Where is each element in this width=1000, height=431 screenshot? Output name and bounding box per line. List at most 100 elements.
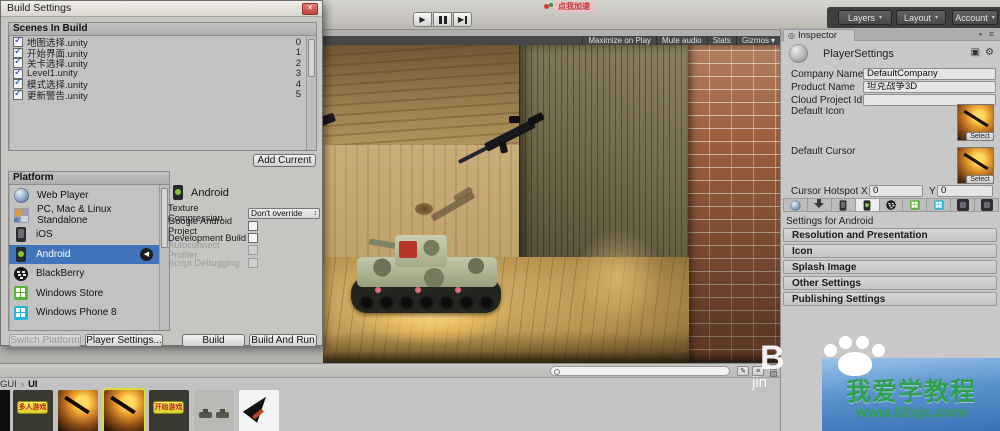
platform-item-winphone[interactable]: Windows Phone 8 bbox=[9, 303, 159, 323]
settings-tab-web[interactable] bbox=[784, 199, 808, 211]
step-button[interactable]: ▶ bbox=[453, 12, 472, 27]
settings-tab-tizen[interactable] bbox=[951, 199, 975, 211]
asset-thumbnail-button-image[interactable]: 多人游戏 bbox=[13, 390, 53, 431]
asset-thumbnail-cursor[interactable] bbox=[239, 390, 279, 431]
game-scene[interactable] bbox=[323, 45, 780, 363]
section-other-settings[interactable]: Other Settings bbox=[783, 276, 997, 290]
samsung-icon bbox=[981, 199, 993, 211]
asset-thumbnail-button-image[interactable]: 开始游戏 bbox=[149, 390, 189, 431]
inspector-tab-bar: ◎ Inspector ▪ ≡ bbox=[781, 28, 1000, 41]
edit-icon[interactable]: ✎ bbox=[737, 366, 749, 376]
game-menu-maximize-on-play[interactable]: Maximize on Play bbox=[582, 36, 656, 45]
scene-row[interactable]: 更新警告.unity5 bbox=[9, 90, 306, 101]
account-dropdown[interactable]: Account▾ bbox=[952, 10, 998, 25]
scene-index: 1 bbox=[296, 47, 306, 58]
platform-item-winstore[interactable]: Windows Store bbox=[9, 284, 159, 304]
web-icon bbox=[14, 188, 29, 203]
breadcrumb-folder[interactable]: GUI bbox=[0, 379, 17, 390]
build-and-run-button[interactable]: Build And Run bbox=[249, 334, 317, 347]
dialog-title[interactable]: Build Settings bbox=[1, 1, 322, 17]
breadcrumb-current[interactable]: UI bbox=[28, 379, 38, 390]
hotspot-x-field[interactable]: 0 bbox=[869, 185, 923, 197]
tank-wheel bbox=[359, 295, 374, 310]
asset-thumbnail-partial[interactable] bbox=[0, 390, 10, 431]
settings-tab-android[interactable] bbox=[856, 199, 880, 211]
section-icon[interactable]: Icon bbox=[783, 244, 997, 258]
close-icon[interactable]: ✕ bbox=[302, 3, 318, 15]
pause-button[interactable] bbox=[433, 12, 452, 27]
speed-badge-label[interactable]: 点我加速 bbox=[555, 2, 593, 12]
layout-dropdown[interactable]: Layout▾ bbox=[896, 10, 946, 25]
default-cursor-select-button[interactable]: Select bbox=[966, 175, 994, 184]
window-panes bbox=[16, 308, 25, 317]
scrollbar-thumb[interactable] bbox=[161, 188, 168, 248]
gear-icon[interactable]: ⚙ bbox=[985, 47, 994, 58]
platform-item-web[interactable]: Web Player bbox=[9, 186, 159, 206]
default-cursor-label: Default Cursor bbox=[791, 146, 855, 157]
asset-thumbnail-tanks[interactable] bbox=[194, 390, 234, 431]
settings-tab-winstore[interactable] bbox=[903, 199, 927, 211]
platform-item-standalone[interactable]: PC, Mac & Linux Standalone bbox=[9, 206, 159, 226]
button-image-text: 开始游戏 bbox=[153, 401, 184, 414]
default-icon-label: Default Icon bbox=[791, 106, 844, 117]
search-input[interactable] bbox=[550, 366, 730, 376]
product-name-field[interactable]: 坦克战争3D bbox=[863, 81, 996, 93]
section-resolution-and-presentation[interactable]: Resolution and Presentation bbox=[783, 228, 997, 242]
tab-inspector[interactable]: ◎ Inspector bbox=[783, 29, 855, 41]
settings-tab-samsung[interactable] bbox=[975, 199, 998, 211]
button-image-text: 多人游戏 bbox=[17, 401, 48, 414]
scenes-scrollbar[interactable] bbox=[306, 36, 316, 150]
company-name-field[interactable]: DefaultCompany bbox=[863, 68, 996, 80]
settings-tab-ios[interactable] bbox=[832, 199, 856, 211]
scrollbar-thumb[interactable] bbox=[308, 39, 315, 77]
platform-name: BlackBerry bbox=[36, 268, 84, 279]
project-toolbar: ✎ ≡ bbox=[0, 364, 780, 378]
build-button[interactable]: Build bbox=[182, 334, 245, 347]
scene-checkbox[interactable] bbox=[13, 90, 23, 100]
tank-wheel bbox=[479, 295, 494, 310]
settings-tab-winphone[interactable] bbox=[927, 199, 951, 211]
option-checkbox[interactable] bbox=[248, 221, 258, 231]
asset-thumbnail-tank-art[interactable] bbox=[58, 390, 98, 431]
inspector-tabbar-menu-icon[interactable]: ▪ ≡ bbox=[979, 29, 996, 39]
asset-icon[interactable]: ▣ bbox=[971, 47, 980, 58]
section-splash-image[interactable]: Splash Image bbox=[783, 260, 997, 274]
settings-tab-blackberry[interactable] bbox=[880, 199, 904, 211]
breadcrumb: GUI › UI bbox=[0, 378, 38, 390]
game-view[interactable]: Maximize on PlayMute audio Stats Gizmos▾ bbox=[323, 30, 780, 363]
game-view-menu: Maximize on PlayMute audio Stats Gizmos▾ bbox=[323, 36, 780, 45]
switch-platform-button[interactable]: Switch Platform bbox=[9, 334, 81, 347]
game-menu-mute-audio[interactable]: Mute audio bbox=[656, 36, 707, 45]
game-menu-label: Stats bbox=[713, 36, 731, 45]
inspector-title: PlayerSettings bbox=[823, 48, 894, 60]
speed-overlay-badge[interactable]: 点我加速 bbox=[544, 1, 593, 12]
default-icon-select-button[interactable]: Select bbox=[966, 132, 994, 141]
editor-band bbox=[0, 345, 323, 363]
layers-dropdown[interactable]: Layers▾ bbox=[838, 10, 892, 25]
scene-name: 更新警告.unity bbox=[27, 88, 88, 102]
game-menu-gizmos[interactable]: Gizmos▾ bbox=[736, 36, 780, 45]
winphone-icon bbox=[934, 200, 944, 210]
platform-item-android[interactable]: Android◀ bbox=[9, 245, 159, 265]
scene-row[interactable]: 关卡选择.unity2 bbox=[9, 58, 306, 69]
section-publishing-settings[interactable]: Publishing Settings bbox=[783, 292, 997, 306]
dropdown-label: Layout bbox=[904, 13, 931, 23]
watermark-url: www.52xjc.com bbox=[822, 404, 1000, 421]
add-current-button[interactable]: Add Current bbox=[253, 154, 316, 167]
hotspot-y-field[interactable]: 0 bbox=[937, 185, 993, 197]
game-menu-stats[interactable]: Stats bbox=[707, 36, 736, 45]
platform-item-ios[interactable]: iOS bbox=[9, 225, 159, 245]
product-name-label: Product Name bbox=[791, 82, 855, 93]
asset-thumbnail-tank-art[interactable] bbox=[104, 390, 144, 431]
pause-icon bbox=[439, 16, 447, 24]
tank-pink-marker bbox=[375, 287, 381, 293]
settings-tab-download[interactable] bbox=[808, 199, 832, 211]
option-checkbox[interactable] bbox=[248, 233, 258, 243]
platform-item-blackberry[interactable]: BlackBerry bbox=[9, 264, 159, 284]
tank-wheel bbox=[459, 295, 474, 310]
asset-thumbnails: 多人游戏 开始游戏 bbox=[0, 390, 780, 431]
texture-compression-dropdown[interactable]: Don't override↕ bbox=[248, 208, 320, 219]
scenes-header: Scenes In Build bbox=[9, 23, 316, 36]
player-settings-button[interactable]: Player Settings... bbox=[85, 334, 163, 347]
play-button[interactable]: ▶ bbox=[413, 12, 432, 27]
